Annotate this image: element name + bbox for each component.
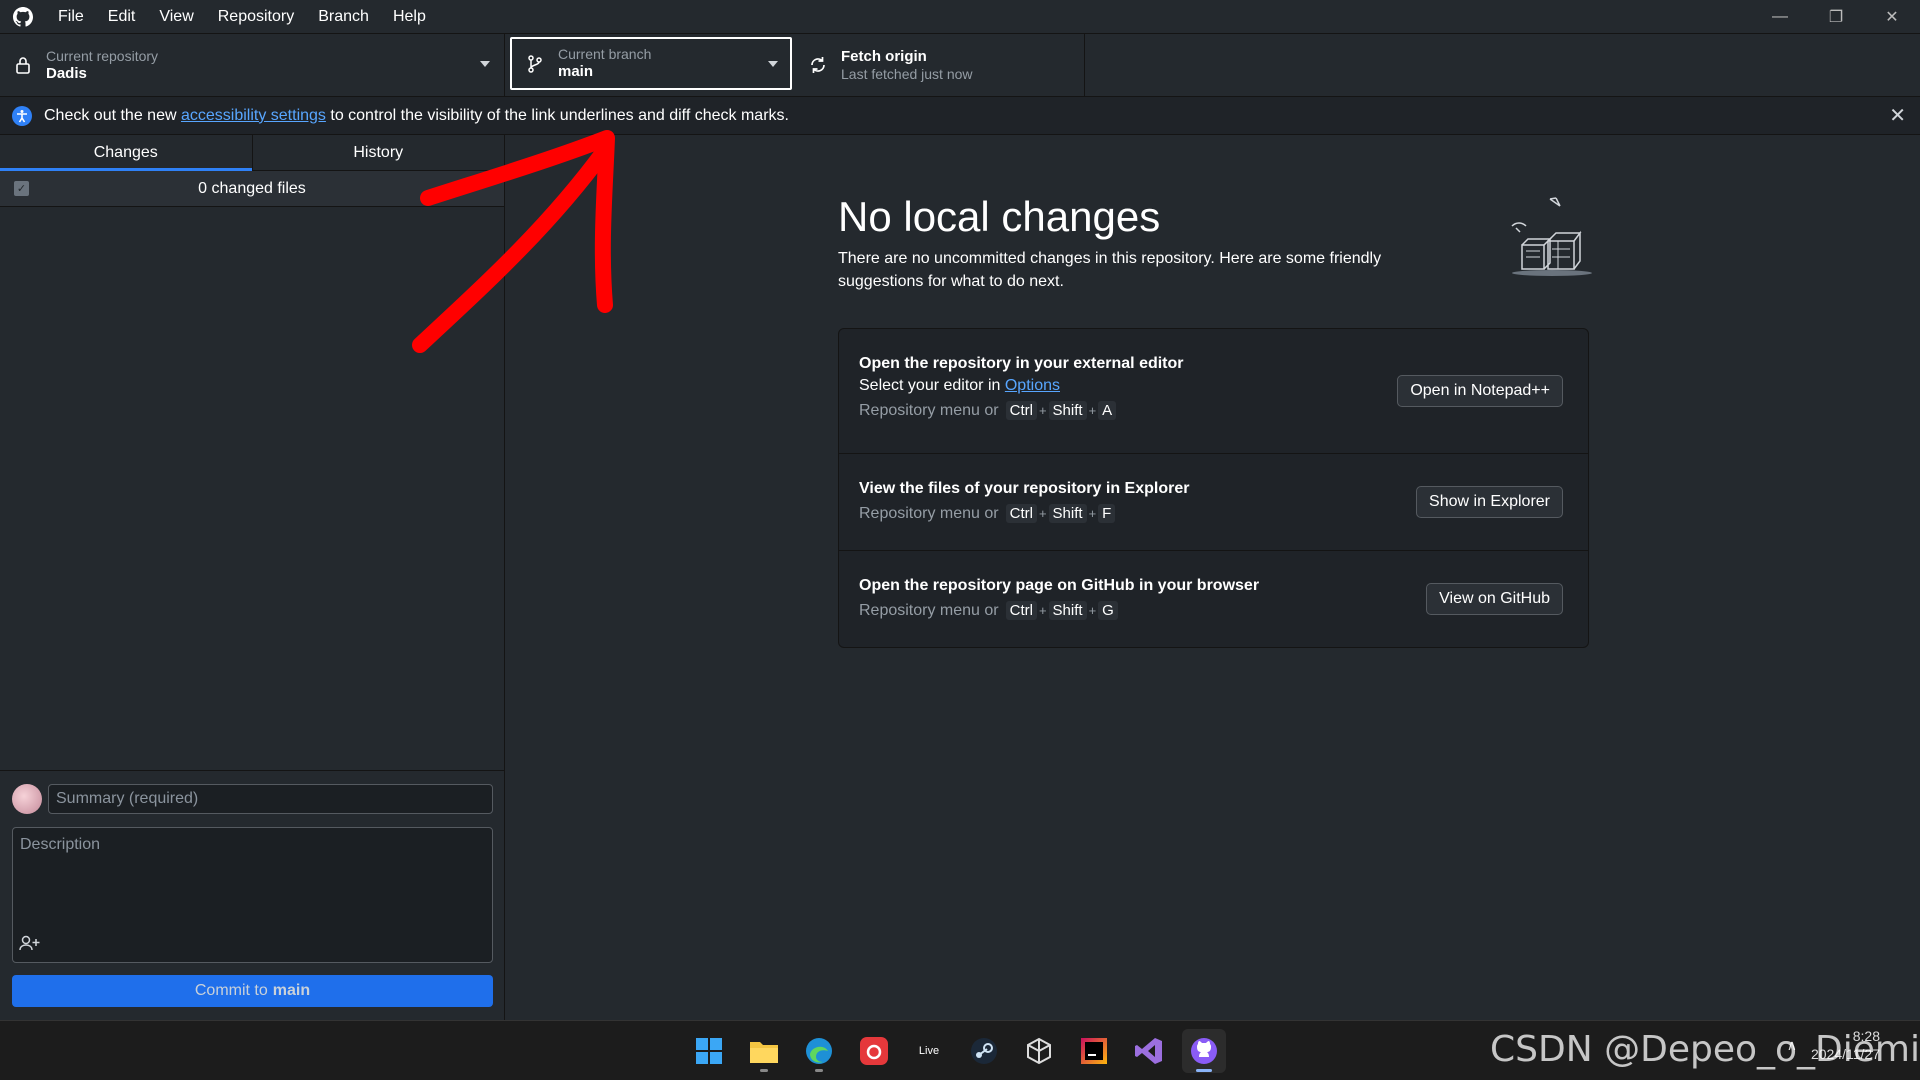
page-subtitle: There are no uncommitted changes in this… xyxy=(838,250,1382,290)
minimize-icon[interactable]: — xyxy=(1752,0,1808,34)
close-banner-icon[interactable]: ✕ xyxy=(1889,106,1906,126)
subtitle-prefix: Select your editor in xyxy=(859,377,1005,394)
running-indicator xyxy=(760,1069,768,1072)
restore-icon[interactable]: ❐ xyxy=(1808,0,1864,34)
suggestion-view-github: Open the repository page on GitHub in yo… xyxy=(839,551,1588,647)
menu-help[interactable]: Help xyxy=(381,0,438,34)
plus-sign: + xyxy=(1038,506,1047,521)
title-bar: File Edit View Repository Branch Help — … xyxy=(0,0,1920,34)
page-title: No local changes xyxy=(838,193,1161,240)
plus-sign: + xyxy=(1088,506,1097,521)
edge-icon[interactable] xyxy=(797,1029,841,1073)
plus-sign: + xyxy=(1088,403,1097,418)
sidebar-tabs: Changes History xyxy=(0,135,504,171)
current-repository-dropdown[interactable]: Current repository Dadis xyxy=(0,34,505,96)
menu-edit[interactable]: Edit xyxy=(96,0,148,34)
repository-label: Current repository xyxy=(46,47,159,64)
avatar xyxy=(12,784,42,814)
key-shift: Shift xyxy=(1048,401,1087,420)
banner-text-after: to control the visibility of the link un… xyxy=(325,106,789,124)
current-branch-dropdown[interactable]: Current branch main xyxy=(510,37,792,90)
close-window-icon[interactable]: ✕ xyxy=(1864,0,1920,34)
plus-sign: + xyxy=(1038,403,1047,418)
live-app-label: Live xyxy=(918,1045,940,1057)
fetch-origin-button[interactable]: Fetch origin Last fetched just now xyxy=(795,34,1085,96)
branch-name: main xyxy=(558,63,594,80)
steam-icon[interactable] xyxy=(962,1029,1006,1073)
fetch-title: Fetch origin xyxy=(841,47,927,65)
shortcut-prefix: Repository menu or xyxy=(859,504,999,522)
running-indicator xyxy=(815,1069,823,1072)
tab-changes[interactable]: Changes xyxy=(0,135,252,171)
menu-view[interactable]: View xyxy=(147,0,205,34)
accessibility-icon xyxy=(12,105,32,126)
key-a: A xyxy=(1098,401,1117,420)
sidebar: Changes History ✓ 0 changed files Summar… xyxy=(0,135,505,1020)
accessibility-settings-link[interactable]: accessibility settings xyxy=(181,107,326,124)
view-on-github-button[interactable]: View on GitHub xyxy=(1426,583,1563,615)
windows-start-icon[interactable] xyxy=(687,1029,731,1073)
suggestions-list: Open the repository in your external edi… xyxy=(838,328,1589,648)
netease-music-icon[interactable] xyxy=(852,1029,896,1073)
commit-area: Summary (required) Description Commit to… xyxy=(0,770,505,1020)
live-app-icon[interactable]: Live xyxy=(907,1029,951,1073)
menu-repository[interactable]: Repository xyxy=(206,0,306,34)
options-link[interactable]: Options xyxy=(1005,377,1060,394)
branch-icon xyxy=(524,54,546,73)
boxes-illustration-icon xyxy=(1498,193,1598,293)
no-changes-header: No local changes There are no uncommitte… xyxy=(838,193,1588,293)
visual-studio-icon[interactable] xyxy=(1127,1029,1171,1073)
lock-icon xyxy=(12,56,34,74)
banner-text: Check out the new accessibility settings… xyxy=(44,107,789,125)
description-textarea[interactable]: Description xyxy=(12,827,493,963)
taskbar: Live ∧ 8:28 2024/11/27 CSDN @Depeo_o_Die… xyxy=(0,1020,1920,1080)
unity-icon[interactable] xyxy=(1017,1029,1061,1073)
key-shift: Shift xyxy=(1048,504,1087,523)
suggestion-title: Open the repository in your external edi… xyxy=(859,355,1184,372)
key-shift: Shift xyxy=(1048,601,1087,620)
rider-icon[interactable] xyxy=(1072,1029,1116,1073)
branch-label: Current branch xyxy=(558,46,652,62)
add-coauthor-icon[interactable] xyxy=(19,935,41,956)
suggestion-show-explorer: View the files of your repository in Exp… xyxy=(839,454,1588,551)
key-ctrl: Ctrl xyxy=(1005,504,1037,523)
github-desktop-icon[interactable] xyxy=(1182,1029,1226,1073)
chevron-down-icon xyxy=(480,61,490,67)
chevron-down-icon xyxy=(768,61,778,67)
shortcut-prefix: Repository menu or xyxy=(859,401,999,419)
shortcut-prefix: Repository menu or xyxy=(859,601,999,619)
fetch-subtitle: Last fetched just now xyxy=(841,65,973,82)
summary-input[interactable]: Summary (required) xyxy=(48,784,493,814)
repository-name: Dadis xyxy=(46,64,87,82)
commit-button-branch: main xyxy=(272,982,311,999)
menu-file[interactable]: File xyxy=(46,0,96,34)
toolbar: Current repository Dadis Current branch … xyxy=(0,34,1920,97)
key-ctrl: Ctrl xyxy=(1005,601,1037,620)
key-ctrl: Ctrl xyxy=(1005,401,1037,420)
commit-button[interactable]: Commit to main xyxy=(12,975,493,1007)
description-placeholder: Description xyxy=(20,836,101,853)
plus-sign: + xyxy=(1088,603,1097,618)
watermark: CSDN @Depeo_o_Diemi xyxy=(1490,1029,1920,1070)
key-g: G xyxy=(1098,601,1118,620)
banner-text-before: Check out the new xyxy=(44,106,181,124)
running-indicator xyxy=(1196,1069,1212,1072)
menu-branch[interactable]: Branch xyxy=(306,0,381,34)
tab-history[interactable]: History xyxy=(251,135,505,170)
sync-icon xyxy=(807,55,829,75)
changed-files-header: ✓ 0 changed files xyxy=(0,171,504,207)
commit-button-prefix: Commit to xyxy=(194,982,268,999)
show-in-explorer-button[interactable]: Show in Explorer xyxy=(1416,486,1563,518)
main-content: No local changes There are no uncommitte… xyxy=(506,135,1920,1020)
suggestion-open-editor: Open the repository in your external edi… xyxy=(839,329,1588,454)
plus-sign: + xyxy=(1038,603,1047,618)
key-f: F xyxy=(1098,504,1116,523)
accessibility-banner: Check out the new accessibility settings… xyxy=(0,97,1920,135)
changed-files-count: 0 changed files xyxy=(198,179,306,197)
github-logo-icon xyxy=(0,6,46,27)
file-explorer-icon[interactable] xyxy=(742,1029,786,1073)
open-in-editor-button[interactable]: Open in Notepad++ xyxy=(1397,375,1563,407)
